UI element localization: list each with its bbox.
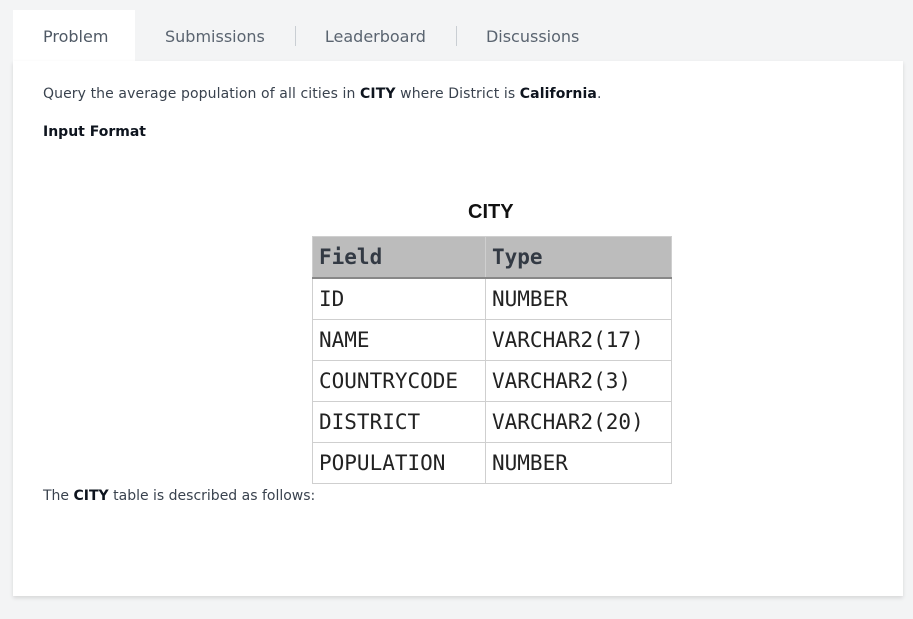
tab-leaderboard-label: Leaderboard xyxy=(324,26,426,46)
footer-text-2: table is described as follows: xyxy=(108,488,316,504)
table-row: DISTRICT VARCHAR2(20) xyxy=(312,401,672,443)
desc-text-2: where District is xyxy=(395,86,520,102)
problem-panel: Query the average population of all citi… xyxy=(13,61,903,596)
table-cell-field: NAME xyxy=(312,319,486,361)
footer-text-1: The xyxy=(43,488,74,504)
table-header-field: Field xyxy=(312,236,486,279)
desc-text-3: . xyxy=(596,86,602,102)
table-cell-field: POPULATION xyxy=(312,442,486,484)
tab-submissions-label: Submissions xyxy=(165,26,265,46)
input-format-heading: Input Format xyxy=(43,124,146,140)
desc-district-name: California xyxy=(519,86,597,102)
table-cell-type: NUMBER xyxy=(485,277,672,320)
table-cell-type: VARCHAR2(17) xyxy=(485,319,672,361)
table-title: CITY xyxy=(468,201,514,223)
table-row: COUNTRYCODE VARCHAR2(3) xyxy=(312,360,672,402)
problem-description: Query the average population of all citi… xyxy=(43,86,602,102)
footer-city-name: CITY xyxy=(73,488,109,504)
table-cell-field: COUNTRYCODE xyxy=(312,360,486,402)
table-header-type: Type xyxy=(485,236,672,279)
desc-text-1: Query the average population of all citi… xyxy=(43,86,361,102)
table-row: ID NUMBER xyxy=(312,277,672,320)
tab-discussions[interactable]: Discussions xyxy=(457,10,579,62)
table-description-text: The CITY table is described as follows: xyxy=(43,488,315,504)
table-cell-type: NUMBER xyxy=(485,442,672,484)
tab-leaderboard[interactable]: Leaderboard xyxy=(296,10,456,62)
tab-bar: Problem Submissions Leaderboard Discussi… xyxy=(13,10,579,62)
city-schema-table: Field Type ID NUMBER NAME VARCHAR2(17) C… xyxy=(312,236,672,484)
desc-city-name: CITY xyxy=(360,86,396,102)
tab-discussions-label: Discussions xyxy=(485,26,580,46)
table-row: POPULATION NUMBER xyxy=(312,442,672,484)
table-header-row: Field Type xyxy=(312,236,672,279)
tab-problem[interactable]: Problem xyxy=(13,10,135,62)
tab-problem-label: Problem xyxy=(43,26,109,46)
table-row: NAME VARCHAR2(17) xyxy=(312,319,672,361)
table-cell-type: VARCHAR2(3) xyxy=(485,360,672,402)
table-cell-type: VARCHAR2(20) xyxy=(485,401,672,443)
tab-submissions[interactable]: Submissions xyxy=(135,10,295,62)
table-cell-field: DISTRICT xyxy=(312,401,486,443)
table-cell-field: ID xyxy=(312,277,486,320)
